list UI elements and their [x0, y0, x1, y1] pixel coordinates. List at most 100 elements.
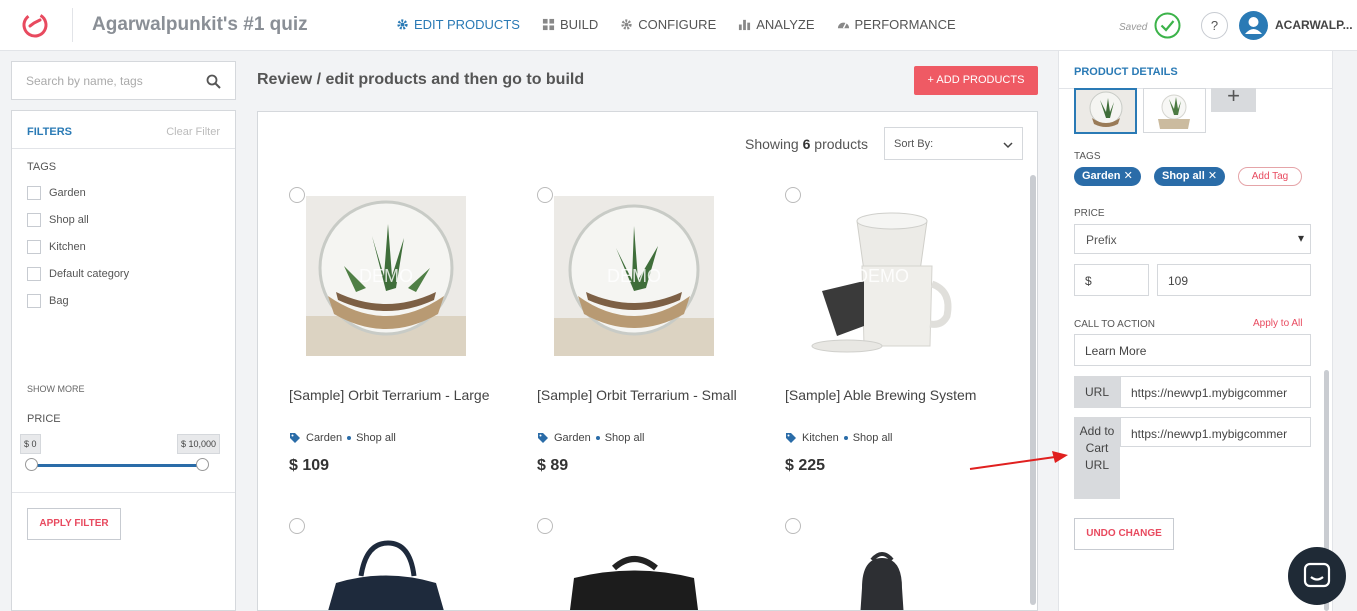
product-select-radio[interactable] [537, 187, 553, 203]
price-slider-max-handle[interactable] [196, 458, 209, 471]
price-label: PRICE [1074, 208, 1105, 219]
app-title[interactable]: Agarwalpunkit's #1 quiz [92, 14, 308, 36]
price-slider-min-handle[interactable] [25, 458, 38, 471]
checkbox[interactable] [27, 267, 41, 281]
clear-filter-link[interactable]: Clear Filter [166, 126, 220, 138]
product-title[interactable]: [Sample] Orbit Terrarium - Large [289, 385, 499, 405]
tag-filter-kitchen[interactable]: Kitchen [27, 240, 86, 254]
checkbox[interactable] [27, 186, 41, 200]
cta-label: CALL TO ACTION [1074, 319, 1155, 330]
terrarium-image: DEMO [306, 196, 466, 356]
nav-label: PERFORMANCE [854, 17, 956, 32]
apply-filter-button[interactable]: APPLY FILTER [27, 508, 121, 540]
tag-chip-garden[interactable]: Garden ✕ [1074, 167, 1141, 186]
search-input[interactable]: Search by name, tags [11, 61, 236, 100]
checkbox[interactable] [27, 213, 41, 227]
username[interactable]: ACARWALP... [1275, 18, 1353, 32]
nav-analyze[interactable]: ANALYZE [738, 17, 815, 32]
tag-icon [538, 433, 548, 443]
product-card[interactable] [785, 518, 1005, 610]
terrarium-image: DEMO [554, 196, 714, 356]
apply-to-all-link[interactable]: Apply to All [1253, 318, 1302, 329]
product-card[interactable]: DEMO [Sample] Orbit Terrarium - Small Ga… [537, 187, 757, 477]
undo-change-button[interactable]: UNDO CHANGE [1074, 518, 1174, 550]
product-select-radio[interactable] [785, 187, 801, 203]
header-divider [72, 8, 73, 42]
product-thumbnail-selected[interactable] [1074, 88, 1137, 134]
showing-prefix: Showing [745, 136, 799, 152]
product-image[interactable]: DEMO [554, 196, 714, 356]
tag-filter-shop-all[interactable]: Shop all [27, 213, 89, 227]
product-tag: Carden [306, 432, 343, 444]
tags-label: TAGS [1074, 151, 1101, 162]
filters-divider [12, 492, 235, 493]
product-title[interactable]: [Sample] Able Brewing System [785, 385, 995, 405]
product-thumbnail[interactable] [1143, 88, 1206, 133]
tag-filter-default-category[interactable]: Default category [27, 267, 129, 281]
tag-chip-shop-all[interactable]: Shop all ✕ [1154, 167, 1226, 186]
product-select-radio[interactable] [785, 518, 801, 534]
nav-edit-products[interactable]: EDIT PRODUCTS [396, 17, 520, 32]
tag-filter-bag[interactable]: Bag [27, 294, 69, 308]
saved-status: Saved [1119, 22, 1148, 33]
price-label: PRICE [27, 413, 61, 425]
url-input[interactable]: https://newvp1.mybigcommer [1120, 376, 1311, 408]
product-select-radio[interactable] [537, 518, 553, 534]
app-logo-icon[interactable] [20, 10, 50, 40]
sort-label: Sort By: [894, 138, 934, 150]
main-nav: EDIT PRODUCTS BUILD CONFIGURE ANALYZE PE… [396, 17, 978, 32]
product-image[interactable]: DEMO [306, 196, 466, 356]
tag-filter-label: Shop all [49, 214, 89, 226]
checkbox[interactable] [27, 294, 41, 308]
product-select-radio[interactable] [289, 187, 305, 203]
tags-label: TAGS [27, 161, 57, 173]
tag-filter-garden[interactable]: Garden [27, 186, 86, 200]
product-card[interactable] [289, 518, 509, 610]
product-title[interactable]: [Sample] Orbit Terrarium - Small [537, 385, 747, 405]
price-slider-track[interactable] [32, 464, 202, 467]
price-mode-select[interactable]: Prefix [1074, 224, 1311, 254]
add-image-button[interactable]: + [1211, 85, 1256, 112]
products-scrollbar[interactable] [1030, 175, 1036, 605]
price-max-label: $ 10,000 [177, 434, 221, 454]
brewing-system-image: DEMO [802, 196, 962, 356]
messenger-bag-image [570, 556, 698, 610]
duffel-bag-image [328, 540, 444, 610]
demo-watermark: DEMO [855, 266, 909, 286]
cart-url-input[interactable]: https://newvp1.mybigcommer [1120, 417, 1311, 447]
product-card[interactable]: DEMO [Sample] Orbit Terrarium - Large Ca… [289, 187, 509, 477]
tag-separator [347, 436, 352, 440]
product-details-title: PRODUCT DETAILS [1074, 66, 1178, 78]
add-products-button[interactable]: + ADD PRODUCTS [914, 66, 1038, 95]
currency-input[interactable]: $ [1074, 264, 1149, 296]
filters-header: FILTERS Clear Filter [12, 111, 235, 149]
product-price: $ 89 [537, 457, 569, 474]
search-icon [206, 74, 221, 89]
chat-launcher-button[interactable] [1288, 547, 1346, 605]
nav-configure[interactable]: CONFIGURE [620, 17, 716, 32]
product-image[interactable]: DEMO [802, 196, 962, 356]
showing-count: 6 [802, 136, 811, 152]
search-placeholder: Search by name, tags [26, 74, 143, 88]
product-tags: Kitchen Shop all [785, 432, 892, 444]
avatar[interactable] [1239, 11, 1268, 40]
cta-input[interactable]: Learn More [1074, 334, 1311, 366]
price-input[interactable]: 109 [1157, 264, 1311, 296]
product-card[interactable]: DEMO [Sample] Able Brewing System Kitche… [785, 187, 1005, 477]
product-select-radio[interactable] [289, 518, 305, 534]
add-tag-button[interactable]: Add Tag [1238, 167, 1302, 186]
product-price: $ 109 [289, 457, 330, 474]
sort-select[interactable]: Sort By: [884, 127, 1023, 160]
filters-panel: FILTERS Clear Filter TAGS Garden Shop al… [11, 110, 236, 611]
filters-title: FILTERS [27, 126, 73, 138]
gear-icon [621, 19, 632, 30]
checkbox[interactable] [27, 240, 41, 254]
product-card[interactable] [537, 518, 757, 610]
nav-performance[interactable]: PERFORMANCE [837, 17, 956, 32]
show-more-link[interactable]: SHOW MORE [27, 384, 85, 394]
nav-build[interactable]: BUILD [542, 17, 598, 32]
product-tag: Shop all [356, 432, 396, 444]
red-arrow-annotation [969, 451, 1068, 470]
demo-watermark: DEMO [607, 266, 661, 286]
help-button[interactable]: ? [1201, 12, 1228, 39]
